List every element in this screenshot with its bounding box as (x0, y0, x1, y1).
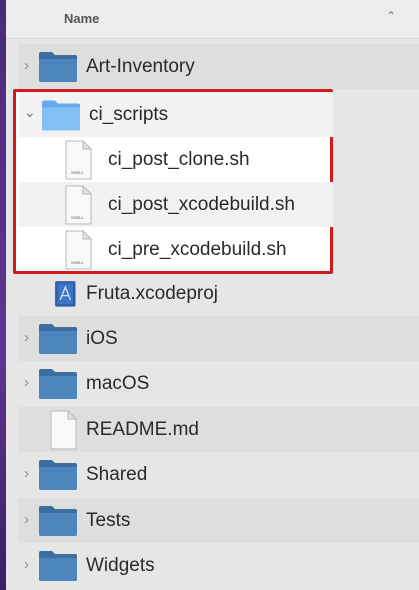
chevron-right-icon[interactable]: › (24, 329, 38, 347)
folder-icon (39, 460, 77, 490)
highlight-box: ⌄ ci_scripts SHELL ci_post_clone.sh SHEL… (13, 89, 333, 274)
list-item-label: Fruta.xcodeproj (86, 283, 219, 304)
shell-script-icon: SHELL (65, 185, 93, 225)
file-badge: SHELL (71, 215, 84, 220)
folder-icon (39, 551, 77, 581)
folder-icon (39, 369, 77, 399)
list-item[interactable]: › macOS (18, 361, 419, 406)
list-item-label: Art-Inventory (86, 56, 195, 77)
chevron-up-icon[interactable]: ⌃ (386, 9, 396, 23)
list-item-label: Tests (86, 510, 131, 531)
list-item-label: ci_scripts (89, 104, 169, 125)
list-item[interactable]: README.md (18, 407, 419, 452)
list-item[interactable]: › Widgets (18, 543, 419, 588)
finder-window: Name ⌃ › Art-Inventory Fruta.xcodeproj › (0, 0, 419, 590)
folder-icon (39, 506, 77, 536)
folder-icon (39, 52, 77, 82)
list-item-label: README.md (86, 419, 199, 440)
shell-script-icon: SHELL (65, 140, 93, 180)
list-item[interactable]: SHELL ci_post_clone.sh (19, 137, 333, 182)
list-item-label: macOS (86, 373, 150, 394)
chevron-down-icon[interactable]: ⌄ (24, 104, 36, 121)
folder-icon (39, 324, 77, 354)
name-column-header[interactable]: Name (64, 11, 99, 26)
xcode-project-icon (55, 281, 76, 307)
document-icon (50, 410, 78, 450)
folder-icon (42, 100, 80, 131)
list-item-label: ci_post_xcodebuild.sh (108, 194, 295, 215)
chevron-right-icon[interactable]: › (24, 374, 38, 392)
list-item[interactable]: › Tests (18, 498, 419, 543)
list-item-label: Shared (86, 464, 148, 485)
list-item[interactable]: SHELL ci_post_xcodebuild.sh (19, 182, 333, 227)
chevron-right-icon[interactable]: › (24, 465, 38, 483)
list-item[interactable]: › Art-Inventory (18, 44, 419, 89)
list-item-ci-scripts[interactable]: ⌄ ci_scripts (19, 92, 333, 137)
list-item[interactable]: SHELL ci_pre_xcodebuild.sh (19, 227, 333, 272)
list-item-label: ci_post_clone.sh (108, 149, 250, 170)
file-badge: SHELL (71, 260, 84, 265)
file-badge: SHELL (71, 170, 84, 175)
chevron-right-icon[interactable]: › (24, 556, 38, 574)
chevron-right-icon[interactable]: › (24, 511, 38, 529)
list-item[interactable]: › Shared (18, 452, 419, 497)
list-item-label: ci_pre_xcodebuild.sh (108, 239, 287, 260)
shell-script-icon: SHELL (65, 230, 93, 270)
list-item-label: Widgets (86, 555, 155, 576)
list-item[interactable]: › iOS (18, 316, 419, 361)
chevron-right-icon[interactable]: › (24, 57, 38, 75)
list-item[interactable]: Fruta.xcodeproj (18, 271, 419, 316)
list-item-label: iOS (86, 328, 118, 349)
column-header[interactable]: Name ⌃ (6, 0, 419, 39)
